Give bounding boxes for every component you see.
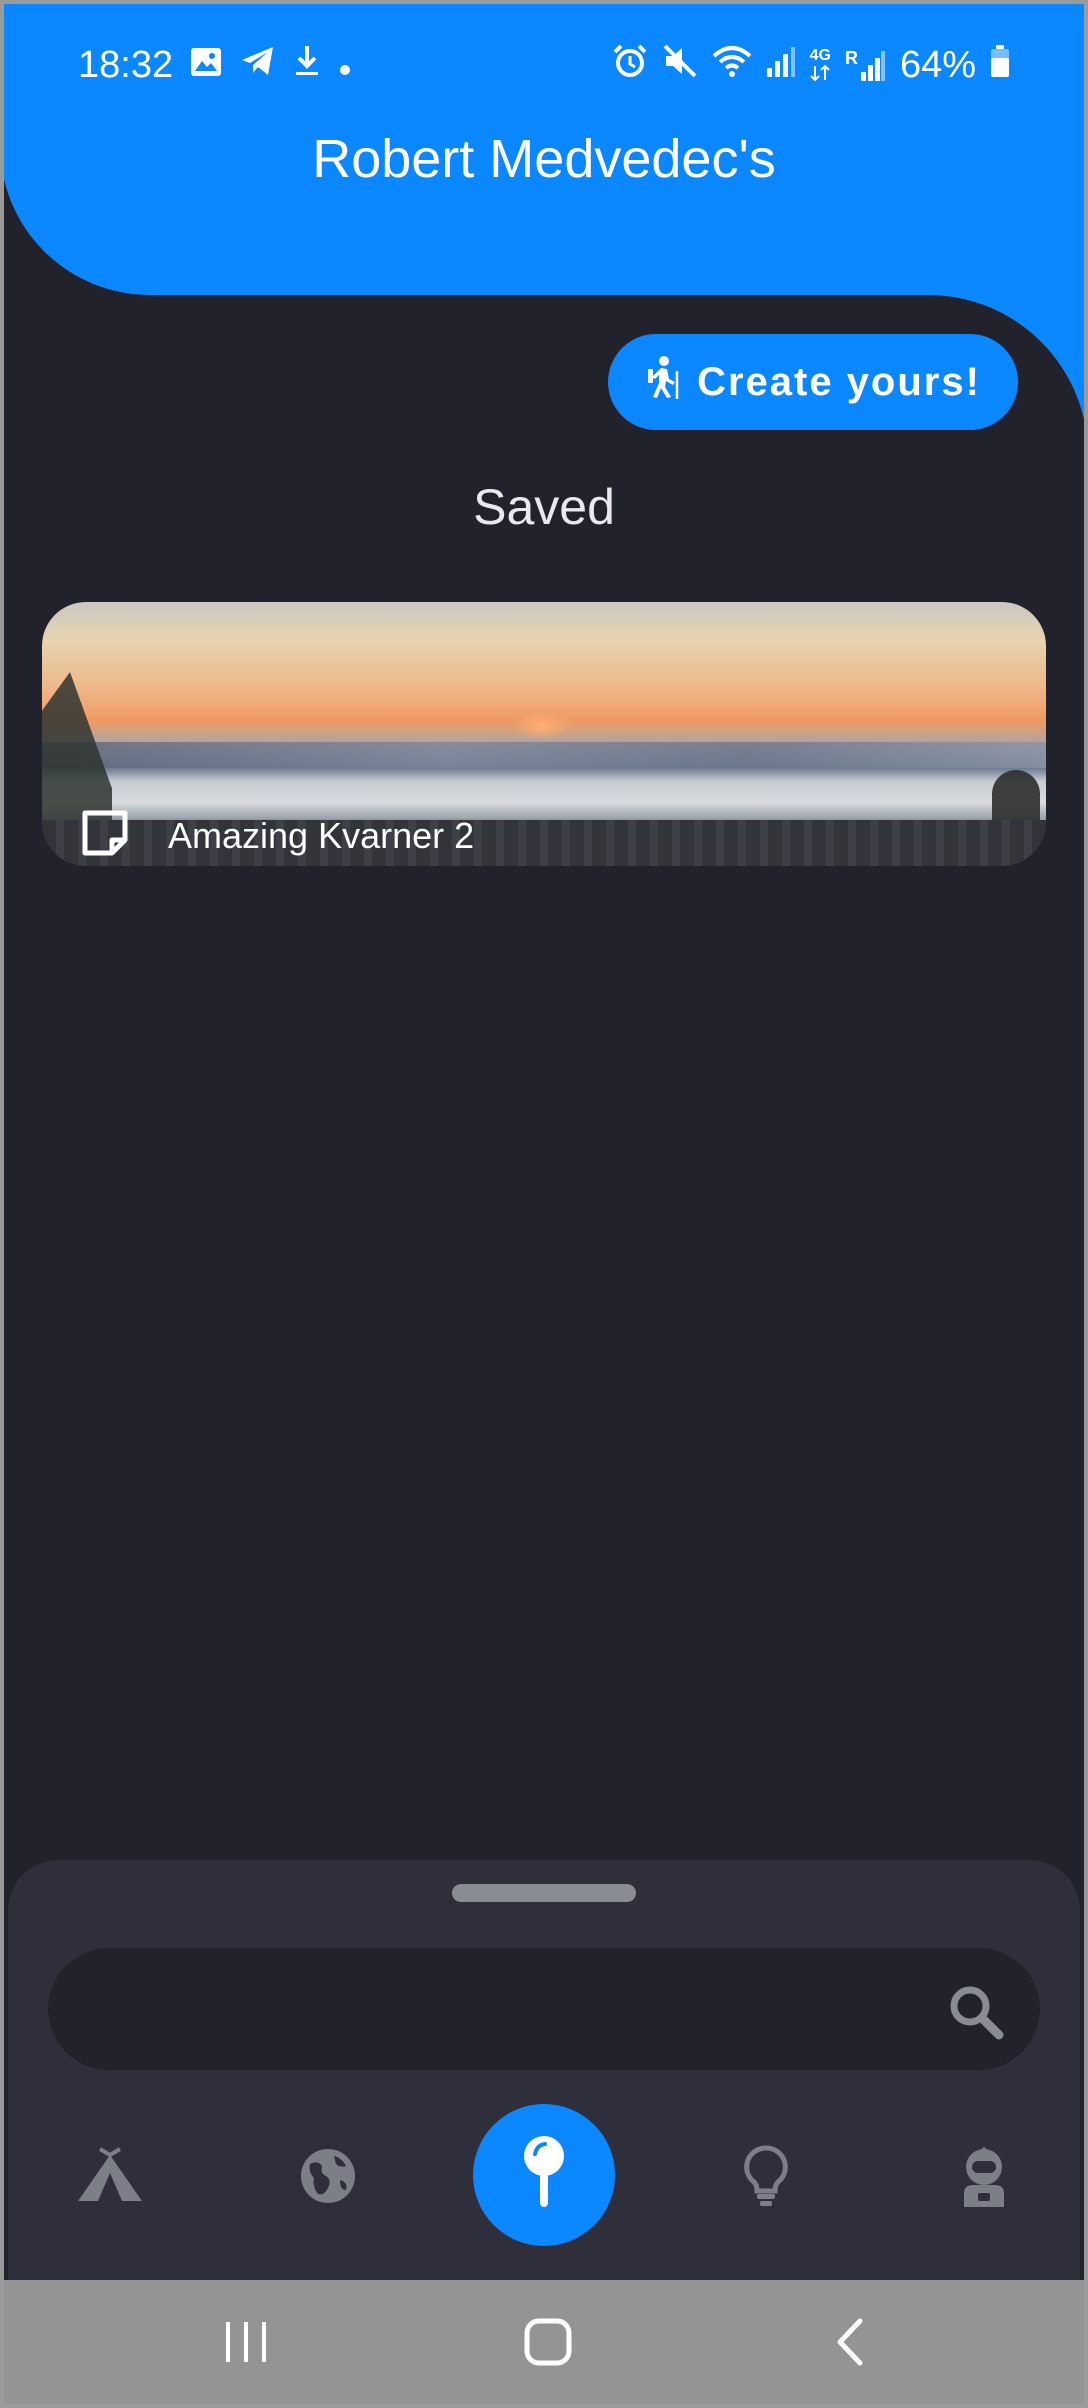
lightbulb-icon	[743, 2144, 789, 2212]
wifi-icon	[712, 44, 752, 87]
network-label-r: R	[844, 48, 858, 68]
dot-icon	[338, 44, 352, 86]
status-bar: 18:32 4G R 64%	[0, 40, 1088, 90]
hiker-icon	[645, 355, 681, 409]
note-icon	[80, 808, 130, 863]
system-nav-bar	[0, 2280, 1088, 2408]
recents-button[interactable]	[206, 2304, 286, 2384]
status-time: 18:32	[78, 44, 174, 86]
globe-icon	[298, 2146, 358, 2211]
create-yours-button[interactable]: Create yours!	[608, 334, 1018, 430]
network-label-4g: 4G	[809, 47, 831, 64]
recents-icon	[224, 2321, 268, 2368]
sheet-drag-handle[interactable]	[452, 1884, 636, 1902]
signal-icon	[766, 44, 796, 87]
card-image-land	[42, 742, 1046, 768]
bottom-sheet	[8, 1860, 1080, 2280]
nav-tab-saved[interactable]	[473, 2104, 615, 2246]
telegram-icon	[240, 44, 276, 86]
page-title: Robert Medvedec's	[312, 129, 776, 189]
create-yours-label: Create yours!	[697, 359, 981, 404]
back-icon	[834, 2318, 866, 2371]
search-input[interactable]	[88, 1978, 932, 2040]
signal-4g-icon: 4G	[810, 48, 831, 82]
image-icon	[190, 44, 222, 86]
card-image-sun	[512, 712, 572, 740]
nav-tab-profile[interactable]	[944, 2138, 1024, 2218]
search-icon[interactable]	[946, 1982, 1004, 2040]
astronaut-icon	[956, 2145, 1012, 2212]
saved-heading: Saved	[473, 479, 615, 535]
saved-trip-title: Amazing Kvarner 2	[168, 814, 475, 856]
back-button[interactable]	[810, 2304, 890, 2384]
home-button[interactable]	[508, 2304, 588, 2384]
battery-icon	[990, 44, 1010, 87]
signal-roaming-icon: R	[845, 48, 886, 82]
nav-tab-camp[interactable]	[70, 2138, 150, 2218]
search-bar[interactable]	[48, 1948, 1040, 2070]
download-icon	[294, 44, 320, 87]
home-icon	[524, 2318, 572, 2371]
saved-trip-card[interactable]: Amazing Kvarner 2	[42, 602, 1046, 866]
battery-percent: 64%	[899, 43, 976, 86]
pin-icon	[521, 2135, 567, 2216]
bottom-nav	[8, 2100, 1080, 2260]
nav-tab-ideas[interactable]	[726, 2138, 806, 2218]
tent-icon	[74, 2146, 146, 2210]
nav-tab-explore[interactable]	[288, 2138, 368, 2218]
mute-icon	[662, 43, 698, 88]
alarm-icon	[612, 43, 648, 88]
